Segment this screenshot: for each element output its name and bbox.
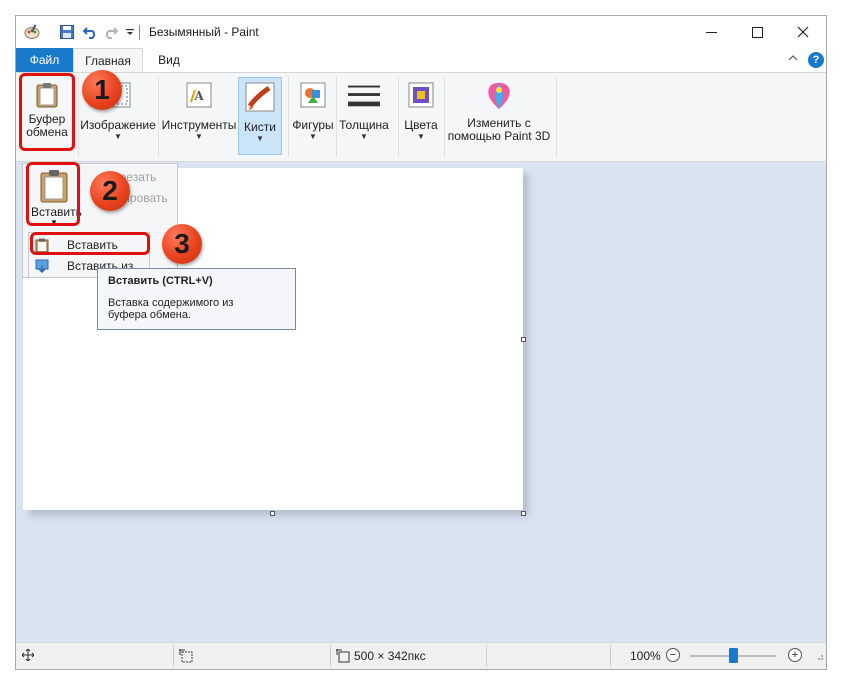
chevron-down-icon: ▼ xyxy=(114,132,122,141)
minimize-button[interactable] xyxy=(688,16,734,48)
brushes-label: Кисти xyxy=(244,120,276,134)
colors-label: Цвета xyxy=(404,118,438,132)
status-separator xyxy=(486,645,487,667)
brush-icon xyxy=(244,81,276,113)
line-thickness-icon xyxy=(348,79,380,111)
window-title: Безымянный - Paint xyxy=(149,25,259,39)
colors-button[interactable]: Цвета ▼ xyxy=(400,75,442,159)
size-label: Толщина xyxy=(339,118,389,132)
ribbon-separator xyxy=(336,77,337,157)
collapse-ribbon-icon[interactable] xyxy=(788,52,798,66)
shapes-button[interactable]: Фигуры ▼ xyxy=(290,75,336,159)
chevron-down-icon: ▼ xyxy=(417,132,425,141)
step-badge-3: 3 xyxy=(162,224,202,264)
canvas-size-text: 500 × 342пкс xyxy=(354,649,426,663)
canvas-size-indicator: 500 × 342пкс xyxy=(336,649,426,663)
ribbon-separator xyxy=(398,77,399,157)
ribbon-separator xyxy=(556,77,557,157)
maximize-button[interactable] xyxy=(734,16,780,48)
close-button[interactable] xyxy=(780,16,826,48)
ribbon: Буфер обмена Изображение ▼ A Инструменты… xyxy=(16,72,826,162)
highlight-paste-button xyxy=(26,162,80,226)
paint-app-icon[interactable] xyxy=(24,24,40,40)
chevron-down-icon: ▼ xyxy=(309,132,317,141)
tab-file[interactable]: Файл xyxy=(16,48,73,72)
chevron-down-icon: ▼ xyxy=(360,132,368,141)
zoom-percentage: 100% xyxy=(630,649,661,663)
paste-from-icon xyxy=(35,259,49,274)
customize-quick-access-icon[interactable] xyxy=(122,24,138,40)
zoom-out-button[interactable]: − xyxy=(666,648,680,662)
chevron-down-icon: ▼ xyxy=(256,134,264,143)
tools-icon: A xyxy=(183,79,215,111)
step-badge-2: 2 xyxy=(90,171,130,211)
save-icon[interactable] xyxy=(59,24,75,40)
highlight-paste-item xyxy=(30,232,150,255)
redo-icon[interactable] xyxy=(103,24,119,40)
brushes-button[interactable]: Кисти ▼ xyxy=(238,77,282,155)
colors-icon xyxy=(405,79,437,111)
ribbon-tab-row: Файл Главная Вид ? xyxy=(16,48,826,72)
status-bar: 500 × 342пкс 100% − + xyxy=(16,642,826,669)
chevron-down-icon: ▼ xyxy=(195,132,203,141)
tab-home[interactable]: Главная xyxy=(73,48,143,72)
step-badge-1: 1 xyxy=(82,70,122,110)
edit-with-paint3d-button[interactable]: Изменить с помощью Paint 3D xyxy=(446,75,552,159)
image-label: Изображение xyxy=(80,118,156,132)
size-button[interactable]: Толщина ▼ xyxy=(338,75,390,159)
undo-icon[interactable] xyxy=(82,24,98,40)
status-separator xyxy=(173,645,174,667)
paint3d-label-line2: помощью Paint 3D xyxy=(447,129,551,143)
title-separator xyxy=(139,25,140,40)
selection-size-icon xyxy=(179,649,193,663)
title-bar: Безымянный - Paint xyxy=(16,16,826,48)
ribbon-separator xyxy=(78,77,79,157)
cursor-position-icon xyxy=(22,649,34,661)
tools-group-button[interactable]: A Инструменты ▼ xyxy=(160,75,238,159)
resize-grip-icon[interactable] xyxy=(816,653,824,661)
tools-label: Инструменты xyxy=(161,118,237,132)
shapes-icon xyxy=(297,79,329,111)
tab-view[interactable]: Вид xyxy=(151,48,187,72)
help-icon[interactable]: ? xyxy=(808,52,824,68)
paint-window: Безымянный - Paint Файл Главная Вид ? Бу… xyxy=(15,15,827,670)
resize-handle-corner[interactable] xyxy=(521,511,526,516)
resize-handle-right[interactable] xyxy=(521,337,526,342)
canvas-size-icon xyxy=(336,649,350,663)
paste-tooltip: Вставить (CTRL+V) Вставка содержимого из… xyxy=(97,268,296,330)
ribbon-separator xyxy=(444,77,445,157)
ribbon-separator xyxy=(288,77,289,157)
status-separator xyxy=(610,645,611,667)
tooltip-title: Вставить (CTRL+V) xyxy=(108,275,213,287)
zoom-in-button[interactable]: + xyxy=(788,648,802,662)
ribbon-separator xyxy=(158,77,159,157)
resize-handle-bottom[interactable] xyxy=(270,511,275,516)
status-separator xyxy=(330,645,331,667)
shapes-label: Фигуры xyxy=(292,118,334,132)
highlight-clipboard-button xyxy=(19,73,75,151)
zoom-slider-thumb[interactable] xyxy=(729,648,738,663)
tooltip-text-line2: буфера обмена. xyxy=(108,309,191,321)
paint3d-icon xyxy=(483,79,515,111)
tooltip-text-line1: Вставка содержимого из xyxy=(108,297,234,309)
